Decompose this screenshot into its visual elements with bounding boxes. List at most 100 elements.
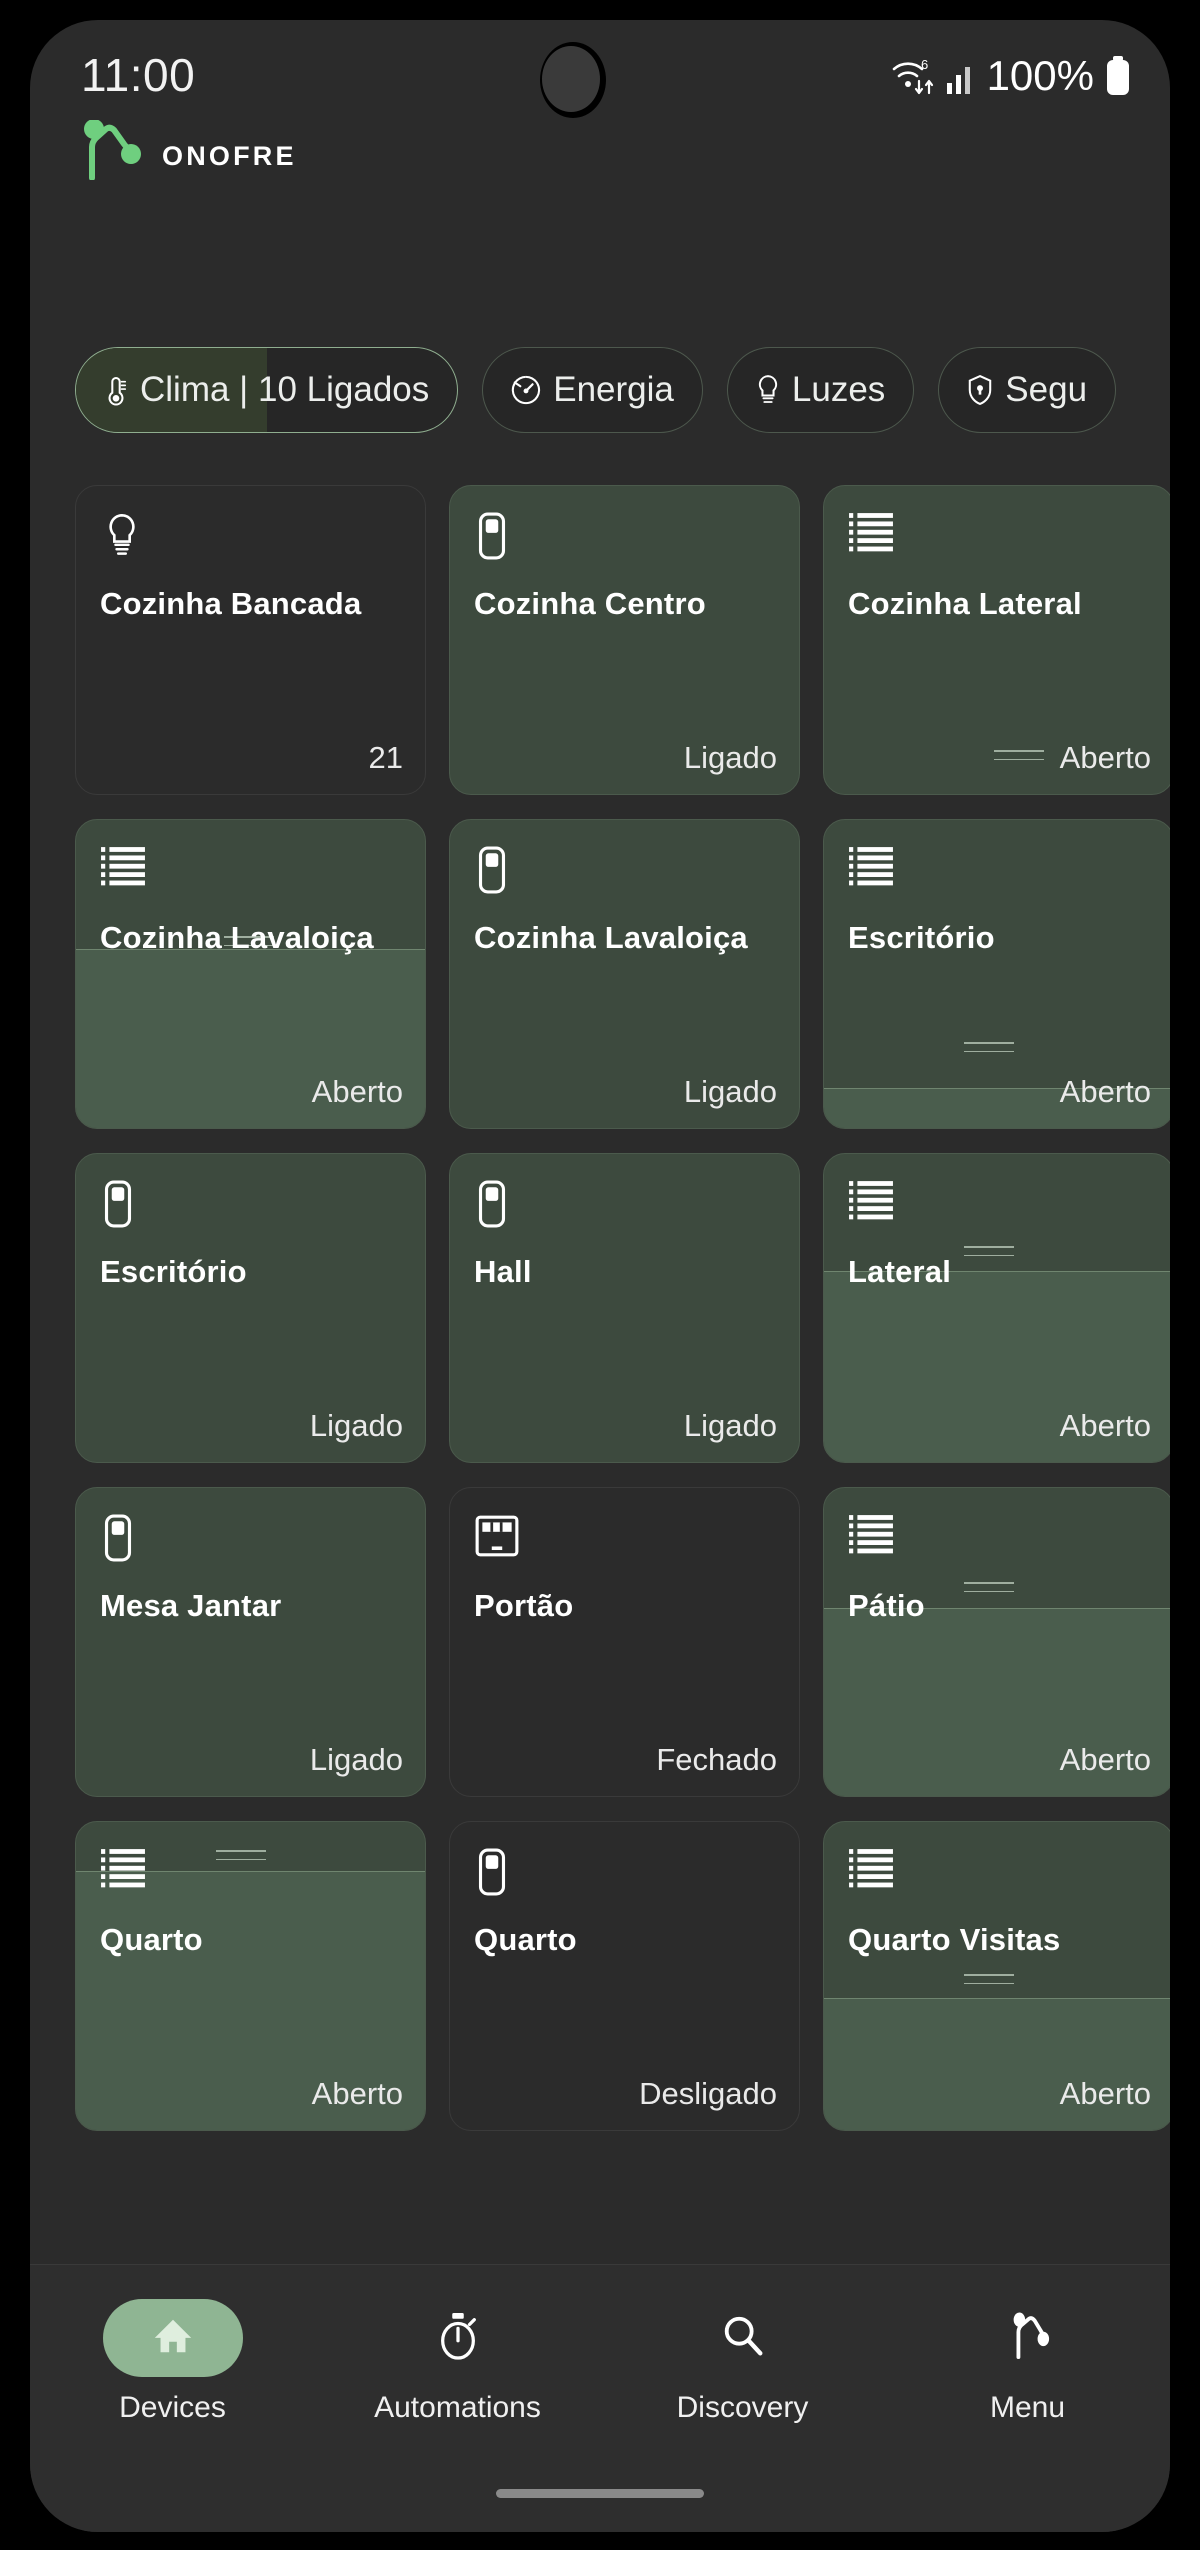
switch-icon [474,1180,520,1228]
blind-drag-handle[interactable] [994,750,1044,764]
battery-percent-label: 100% [986,52,1094,99]
device-title: Escritório [100,1254,247,1289]
device-card[interactable]: Escritório Aberto [823,819,1170,1129]
device-card[interactable]: Quarto Desligado [449,1821,800,2131]
device-title: Hall [474,1254,532,1289]
garage-door-icon [474,1514,520,1560]
switch-icon [474,846,520,894]
switch-icon [100,1514,146,1562]
nav-item-devices[interactable]: Devices [30,2299,315,2425]
blind-drag-handle[interactable] [964,1042,1014,1056]
device-card[interactable]: Portão Fechado [449,1487,800,1797]
nav-pill [673,2299,813,2377]
device-card-grid: Cozinha Bancada 21 Cozinha Centro Ligado Coz… [75,485,1170,2131]
device-title: Quarto [474,1922,577,1957]
device-state: Ligado [683,740,777,775]
switch-icon [100,1180,146,1228]
app-brand: ONOFRE [82,119,297,181]
blinds-icon [848,1514,894,1560]
thermometer-icon [104,373,128,407]
nav-label: Automations [374,2391,541,2424]
phone-frame: 11:00 6 100% ONOFRE Clima | 10 Ligados E… [0,0,1200,2550]
device-state: Aberto [1059,2076,1151,2111]
blinds-icon [848,1848,894,1894]
search-icon [720,2313,766,2364]
filter-chip-label: Luzes [791,370,886,409]
home-icon [150,2313,196,2364]
filter-chip-seguranca[interactable]: Segu [938,347,1117,433]
device-title: Cozinha Lavaloiça [100,920,374,955]
device-title: Portão [474,1588,574,1623]
device-state: Ligado [309,1408,403,1443]
status-indicators: 6 100% [891,52,1132,100]
device-title: Lateral [848,1254,952,1289]
device-title: Quarto [100,1922,203,1957]
device-card[interactable]: Cozinha Lavaloiça Aberto [75,819,426,1129]
device-state: Aberto [1059,740,1151,775]
blinds-icon [100,846,146,892]
onofre-logo-icon [82,119,152,181]
device-card[interactable]: Hall Ligado [449,1153,800,1463]
device-state: Aberto [311,2076,403,2111]
nav-label: Discovery [676,2391,809,2424]
device-card[interactable]: Lateral Aberto [823,1153,1170,1463]
lightbulb-icon [100,512,146,558]
svg-text:6: 6 [921,57,928,72]
filter-chip-label: Energia [553,370,674,409]
wifi-6-icon: 6 [891,55,937,97]
filter-chip-clima[interactable]: Clima | 10 Ligados [75,347,459,433]
device-state: Desligado [639,2076,777,2111]
nav-item-discovery[interactable]: Discovery [600,2299,885,2425]
switch-icon [474,512,520,560]
device-state: Aberto [1059,1742,1151,1777]
device-title: Pátio [848,1588,925,1623]
blind-drag-handle[interactable] [964,1974,1014,1988]
filter-chip-label: Clima | 10 Ligados [140,370,430,409]
home-indicator[interactable] [496,2489,704,2498]
blinds-icon [100,1848,146,1894]
blinds-icon [848,846,894,892]
device-state: Ligado [683,1074,777,1109]
filter-chip-luzes[interactable]: Luzes [726,347,915,433]
device-state: Ligado [309,1742,403,1777]
switch-icon [474,1848,520,1896]
device-card[interactable]: Pátio Aberto [823,1487,1170,1797]
onofre-logo-icon [1005,2311,1051,2366]
device-title: Cozinha Centro [474,586,706,621]
device-state: Ligado [683,1408,777,1443]
device-state: Aberto [311,1074,403,1109]
phone-screen: 11:00 6 100% ONOFRE Clima | 10 Ligados E… [30,20,1170,2532]
device-title: Escritório [848,920,995,955]
nav-label: Menu [989,2391,1066,2424]
brand-name: ONOFRE [162,140,297,171]
blind-drag-handle[interactable] [216,1850,266,1864]
device-card[interactable]: Escritório Ligado [75,1153,426,1463]
filter-chip-row[interactable]: Clima | 10 Ligados Energia Luzes Segu [75,338,1170,442]
nav-active-pill [102,2299,243,2377]
nav-pill [958,2299,1098,2377]
device-card[interactable]: Cozinha Centro Ligado [449,485,800,795]
battery-full-icon [1104,56,1132,96]
nav-pill [388,2299,528,2377]
device-title: Quarto Visitas [848,1922,1061,1957]
device-title: Mesa Jantar [100,1588,282,1623]
device-card[interactable]: Cozinha Lavaloiça Ligado [449,819,800,1129]
device-card[interactable]: Quarto Aberto [75,1821,426,2131]
shield-lock-icon [967,374,993,406]
device-title: Cozinha Bancada [100,586,362,621]
nav-item-menu[interactable]: Menu [885,2299,1170,2425]
stopwatch-icon [435,2311,481,2366]
device-card[interactable]: Quarto Visitas Aberto [823,1821,1170,2131]
nav-label: Devices [119,2391,226,2424]
device-title: Cozinha Lateral [848,586,1082,621]
device-card[interactable]: Cozinha Lateral Aberto [823,485,1170,795]
blinds-icon [848,1180,894,1226]
gauge-icon [511,375,541,405]
blinds-icon [848,512,894,558]
nav-item-automations[interactable]: Automations [315,2299,600,2425]
device-card[interactable]: Cozinha Bancada 21 [75,485,426,795]
cellular-signal-icon [945,58,979,94]
device-title: Cozinha Lavaloiça [474,920,748,955]
device-card[interactable]: Mesa Jantar Ligado [75,1487,426,1797]
filter-chip-energia[interactable]: Energia [482,347,703,433]
